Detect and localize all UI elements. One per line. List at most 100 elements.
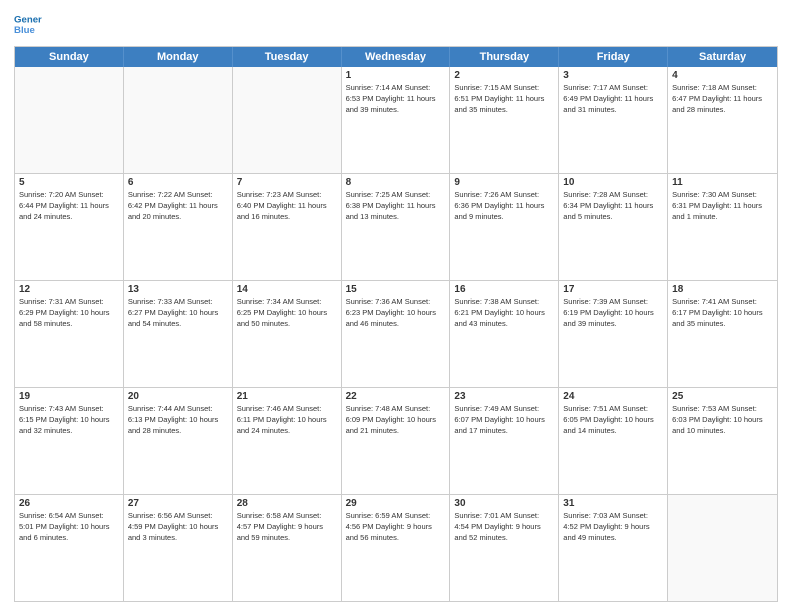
cal-cell — [233, 67, 342, 173]
day-number: 9 — [454, 177, 554, 188]
day-info: Sunrise: 6:56 AM Sunset: 4:59 PM Dayligh… — [128, 511, 228, 544]
cal-header-sunday: Sunday — [15, 47, 124, 67]
day-number: 10 — [563, 177, 663, 188]
cal-cell: 18 Sunrise: 7:41 AM Sunset: 6:17 PM Dayli… — [668, 281, 777, 387]
day-number: 2 — [454, 70, 554, 81]
day-number: 12 — [19, 284, 119, 295]
day-number: 24 — [563, 391, 663, 402]
day-info: Sunrise: 7:01 AM Sunset: 4:54 PM Dayligh… — [454, 511, 554, 544]
day-number: 14 — [237, 284, 337, 295]
calendar-body: 1 Sunrise: 7:14 AM Sunset: 6:53 PM Daylig… — [15, 67, 777, 601]
cal-cell: 17 Sunrise: 7:39 AM Sunset: 6:19 PM Dayli… — [559, 281, 668, 387]
page: General Blue SundayMondayTuesdayWednesda… — [0, 0, 792, 612]
cal-week-4: 19 Sunrise: 7:43 AM Sunset: 6:15 PM Dayli… — [15, 388, 777, 495]
day-info: Sunrise: 7:15 AM Sunset: 6:51 PM Dayligh… — [454, 83, 554, 116]
cal-cell: 26Sunrise: 6:54 AM Sunset: 5:01 PM Dayli… — [15, 495, 124, 601]
cal-header-saturday: Saturday — [668, 47, 777, 67]
day-number: 1 — [346, 70, 446, 81]
day-info: Sunrise: 7:20 AM Sunset: 6:44 PM Dayligh… — [19, 190, 119, 223]
day-info: Sunrise: 7:17 AM Sunset: 6:49 PM Dayligh… — [563, 83, 663, 116]
cal-cell: 16Sunrise: 7:38 AM Sunset: 6:21 PM Dayli… — [450, 281, 559, 387]
cal-cell — [668, 495, 777, 601]
day-number: 6 — [128, 177, 228, 188]
day-number: 20 — [128, 391, 228, 402]
day-info: Sunrise: 7:41 AM Sunset: 6:17 PM Dayligh… — [672, 297, 773, 330]
cal-week-5: 26Sunrise: 6:54 AM Sunset: 5:01 PM Dayli… — [15, 495, 777, 601]
day-number: 3 — [563, 70, 663, 81]
cal-cell: 23Sunrise: 7:49 AM Sunset: 6:07 PM Dayli… — [450, 388, 559, 494]
day-number: 22 — [346, 391, 446, 402]
svg-text:Blue: Blue — [14, 25, 35, 36]
day-number: 16 — [454, 284, 554, 295]
day-number: 5 — [19, 177, 119, 188]
cal-cell: 28Sunrise: 6:58 AM Sunset: 4:57 PM Dayli… — [233, 495, 342, 601]
day-number: 30 — [454, 498, 554, 509]
cal-header-tuesday: Tuesday — [233, 47, 342, 67]
cal-cell: 20Sunrise: 7:44 AM Sunset: 6:13 PM Dayli… — [124, 388, 233, 494]
cal-cell: 27 Sunrise: 6:56 AM Sunset: 4:59 PM Dayli… — [124, 495, 233, 601]
cal-cell — [124, 67, 233, 173]
day-number: 19 — [19, 391, 119, 402]
day-info: Sunrise: 7:14 AM Sunset: 6:53 PM Dayligh… — [346, 83, 446, 116]
cal-cell: 24 Sunrise: 7:51 AM Sunset: 6:05 PM Dayli… — [559, 388, 668, 494]
cal-cell: 6 Sunrise: 7:22 AM Sunset: 6:42 PM Daylig… — [124, 174, 233, 280]
cal-header-friday: Friday — [559, 47, 668, 67]
day-info: Sunrise: 6:54 AM Sunset: 5:01 PM Dayligh… — [19, 511, 119, 544]
day-number: 27 — [128, 498, 228, 509]
day-info: Sunrise: 7:31 AM Sunset: 6:29 PM Dayligh… — [19, 297, 119, 330]
cal-week-2: 5 Sunrise: 7:20 AM Sunset: 6:44 PM Daylig… — [15, 174, 777, 281]
cal-cell: 21Sunrise: 7:46 AM Sunset: 6:11 PM Dayli… — [233, 388, 342, 494]
day-info: Sunrise: 7:39 AM Sunset: 6:19 PM Dayligh… — [563, 297, 663, 330]
day-info: Sunrise: 7:34 AM Sunset: 6:25 PM Dayligh… — [237, 297, 337, 330]
day-info: Sunrise: 7:48 AM Sunset: 6:09 PM Dayligh… — [346, 404, 446, 437]
day-number: 29 — [346, 498, 446, 509]
day-number: 17 — [563, 284, 663, 295]
cal-header-monday: Monday — [124, 47, 233, 67]
day-info: Sunrise: 7:25 AM Sunset: 6:38 PM Dayligh… — [346, 190, 446, 223]
day-info: Sunrise: 7:30 AM Sunset: 6:31 PM Dayligh… — [672, 190, 773, 223]
cal-cell: 4 Sunrise: 7:18 AM Sunset: 6:47 PM Daylig… — [668, 67, 777, 173]
calendar: SundayMondayTuesdayWednesdayThursdayFrid… — [14, 46, 778, 602]
day-number: 11 — [672, 177, 773, 188]
cal-header-wednesday: Wednesday — [342, 47, 451, 67]
cal-cell: 19 Sunrise: 7:43 AM Sunset: 6:15 PM Dayli… — [15, 388, 124, 494]
day-number: 25 — [672, 391, 773, 402]
svg-text:General: General — [14, 14, 42, 25]
day-number: 18 — [672, 284, 773, 295]
day-info: Sunrise: 7:43 AM Sunset: 6:15 PM Dayligh… — [19, 404, 119, 437]
day-info: Sunrise: 7:28 AM Sunset: 6:34 PM Dayligh… — [563, 190, 663, 223]
cal-cell: 7 Sunrise: 7:23 AM Sunset: 6:40 PM Daylig… — [233, 174, 342, 280]
cal-cell: 2 Sunrise: 7:15 AM Sunset: 6:51 PM Daylig… — [450, 67, 559, 173]
day-number: 8 — [346, 177, 446, 188]
cal-cell: 9Sunrise: 7:26 AM Sunset: 6:36 PM Daylig… — [450, 174, 559, 280]
day-number: 4 — [672, 70, 773, 81]
cal-cell: 1 Sunrise: 7:14 AM Sunset: 6:53 PM Daylig… — [342, 67, 451, 173]
cal-cell: 31Sunrise: 7:03 AM Sunset: 4:52 PM Dayli… — [559, 495, 668, 601]
day-number: 13 — [128, 284, 228, 295]
logo-icon: General Blue — [14, 10, 42, 38]
day-info: Sunrise: 7:51 AM Sunset: 6:05 PM Dayligh… — [563, 404, 663, 437]
day-info: Sunrise: 7:22 AM Sunset: 6:42 PM Dayligh… — [128, 190, 228, 223]
cal-cell: 3 Sunrise: 7:17 AM Sunset: 6:49 PM Daylig… — [559, 67, 668, 173]
logo: General Blue — [14, 10, 46, 38]
day-info: Sunrise: 7:36 AM Sunset: 6:23 PM Dayligh… — [346, 297, 446, 330]
day-info: Sunrise: 7:18 AM Sunset: 6:47 PM Dayligh… — [672, 83, 773, 116]
cal-cell: 15 Sunrise: 7:36 AM Sunset: 6:23 PM Dayli… — [342, 281, 451, 387]
header: General Blue — [14, 10, 778, 38]
day-info: Sunrise: 6:58 AM Sunset: 4:57 PM Dayligh… — [237, 511, 337, 544]
cal-cell: 25 Sunrise: 7:53 AM Sunset: 6:03 PM Dayli… — [668, 388, 777, 494]
cal-cell: 8 Sunrise: 7:25 AM Sunset: 6:38 PM Daylig… — [342, 174, 451, 280]
cal-week-3: 12 Sunrise: 7:31 AM Sunset: 6:29 PM Dayli… — [15, 281, 777, 388]
day-info: Sunrise: 7:53 AM Sunset: 6:03 PM Dayligh… — [672, 404, 773, 437]
cal-cell: 5 Sunrise: 7:20 AM Sunset: 6:44 PM Daylig… — [15, 174, 124, 280]
cal-cell — [15, 67, 124, 173]
day-number: 21 — [237, 391, 337, 402]
day-info: Sunrise: 7:23 AM Sunset: 6:40 PM Dayligh… — [237, 190, 337, 223]
day-number: 7 — [237, 177, 337, 188]
day-info: Sunrise: 6:59 AM Sunset: 4:56 PM Dayligh… — [346, 511, 446, 544]
cal-cell: 29 Sunrise: 6:59 AM Sunset: 4:56 PM Dayli… — [342, 495, 451, 601]
cal-cell: 30 Sunrise: 7:01 AM Sunset: 4:54 PM Dayli… — [450, 495, 559, 601]
cal-week-1: 1 Sunrise: 7:14 AM Sunset: 6:53 PM Daylig… — [15, 67, 777, 174]
day-number: 15 — [346, 284, 446, 295]
cal-header-thursday: Thursday — [450, 47, 559, 67]
